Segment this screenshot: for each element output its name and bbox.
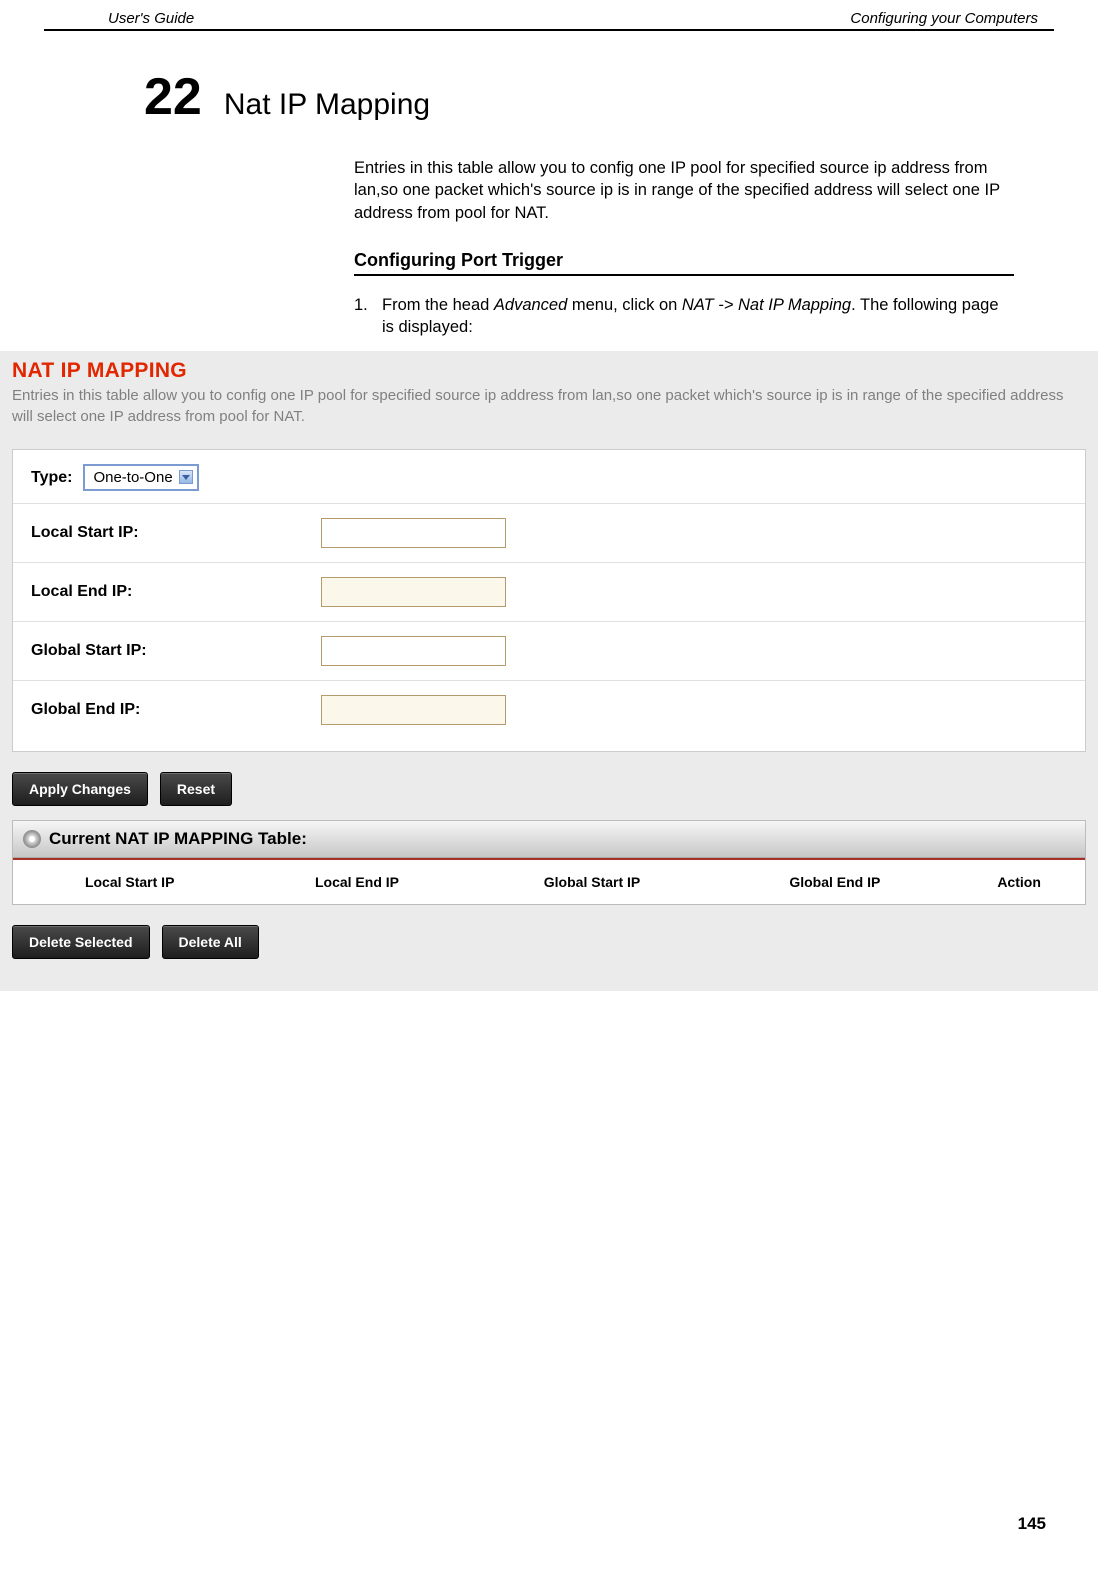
global-end-ip-input[interactable] xyxy=(321,695,506,725)
apply-changes-button[interactable]: Apply Changes xyxy=(12,772,148,806)
global-end-ip-label: Global End IP: xyxy=(31,701,321,719)
global-start-ip-label: Global Start IP: xyxy=(31,642,321,660)
global-start-ip-input[interactable] xyxy=(321,636,506,666)
local-end-ip-input[interactable] xyxy=(321,577,506,607)
col-local-start-ip: Local Start IP xyxy=(13,859,246,904)
col-local-end-ip: Local End IP xyxy=(246,859,467,904)
chapter-number: 22 xyxy=(144,67,202,127)
page-number: 145 xyxy=(1018,1514,1046,1534)
delete-selected-button[interactable]: Delete Selected xyxy=(12,925,150,959)
local-end-ip-label: Local End IP: xyxy=(31,583,321,601)
type-value: One-to-One xyxy=(93,469,172,486)
embedded-screenshot: NAT IP MAPPING Entries in this table all… xyxy=(0,351,1098,991)
col-global-end-ip: Global End IP xyxy=(716,859,953,904)
step-text: From the head Advanced menu, click on NA… xyxy=(382,294,1014,339)
local-start-ip-label: Local Start IP: xyxy=(31,524,321,542)
form-panel: Type: One-to-One Local Start IP: Local E… xyxy=(12,449,1086,752)
menu-nat-ip-mapping: NAT -> Nat IP Mapping xyxy=(682,296,851,314)
type-select[interactable]: One-to-One xyxy=(83,464,198,491)
chapter-title: Nat IP Mapping xyxy=(224,88,430,122)
delete-all-button[interactable]: Delete All xyxy=(162,925,259,959)
local-start-ip-input[interactable] xyxy=(321,518,506,548)
header-right: Configuring your Computers xyxy=(850,10,1038,27)
screenshot-description: Entries in this table allow you to confi… xyxy=(12,385,1086,427)
gear-icon xyxy=(23,830,41,848)
screenshot-title: NAT IP MAPPING xyxy=(12,359,1086,383)
step-number: 1. xyxy=(354,294,382,339)
step-1: 1. From the head Advanced menu, click on… xyxy=(354,294,1014,339)
menu-advanced: Advanced xyxy=(494,296,567,314)
col-action: Action xyxy=(953,859,1085,904)
section-heading: Configuring Port Trigger xyxy=(354,248,1014,276)
mapping-table: Local Start IP Local End IP Global Start… xyxy=(13,858,1085,904)
reset-button[interactable]: Reset xyxy=(160,772,232,806)
mapping-table-caption: Current NAT IP MAPPING Table: xyxy=(13,821,1085,858)
page-header: User's Guide Configuring your Computers xyxy=(44,0,1054,31)
mapping-table-panel: Current NAT IP MAPPING Table: Local Star… xyxy=(12,820,1086,905)
chevron-down-icon xyxy=(179,470,193,484)
intro-paragraph: Entries in this table allow you to confi… xyxy=(354,157,1014,224)
chapter-heading: 22 Nat IP Mapping xyxy=(144,67,1054,127)
col-global-start-ip: Global Start IP xyxy=(468,859,717,904)
header-left: User's Guide xyxy=(108,10,194,27)
type-label: Type: xyxy=(31,469,79,487)
